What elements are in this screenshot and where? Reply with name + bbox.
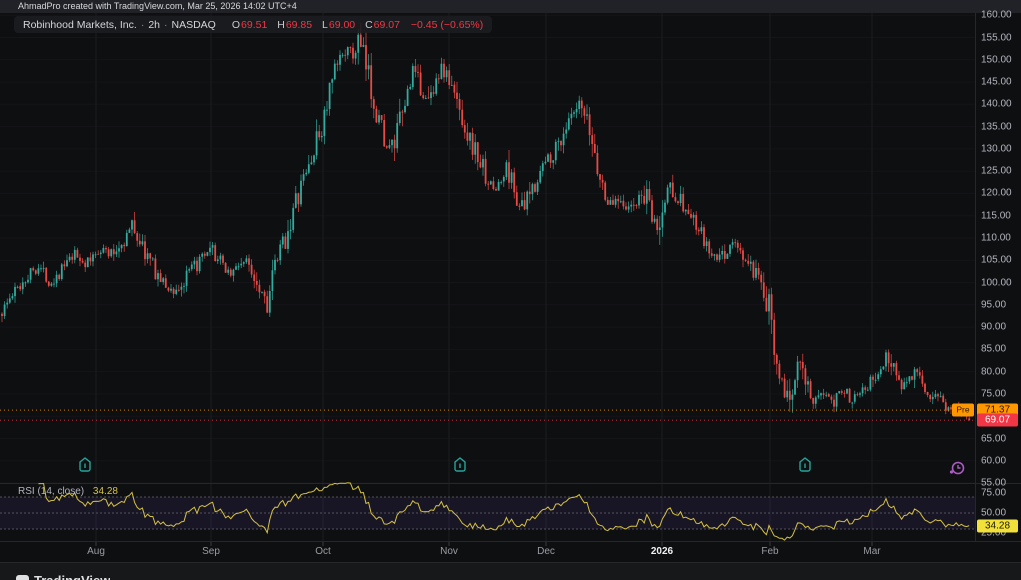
rsi-axis-label: 75.00 <box>981 488 1006 499</box>
up-candle-wicks <box>5 30 962 417</box>
price-axis-label: 115.00 <box>981 210 1011 221</box>
earnings-marker-icon[interactable] <box>455 458 465 471</box>
symbol-legend[interactable]: Robinhood Markets, Inc. · 2h · NASDAQ O6… <box>14 16 492 33</box>
earnings-marker-icon[interactable] <box>80 458 90 471</box>
tradingview-logo-icon <box>16 575 29 580</box>
close-label: C <box>365 19 373 31</box>
last-price-badge: 69.07 <box>977 414 1018 427</box>
price-axis-label: 155.00 <box>981 32 1012 43</box>
low-label: L <box>322 19 328 31</box>
price-axis-label: 160.00 <box>981 10 1012 21</box>
rsi-value-badge: 34.28 <box>977 519 1018 532</box>
price-axis-label: 125.00 <box>981 166 1012 177</box>
tradingview-logo-text: TradingView <box>34 573 110 580</box>
rsi-legend[interactable]: RSI (14, close) 34.28 <box>18 486 118 497</box>
price-axis-label: 90.00 <box>981 322 1006 333</box>
up-candle-bodies <box>5 35 962 414</box>
time-axis-label: Sep <box>202 546 220 557</box>
close-value: 69.07 <box>374 19 400 31</box>
time-axis-label: Nov <box>440 546 458 557</box>
rsi-label: RSI (14, close) <box>18 486 84 497</box>
tradingview-chart-window: AhmadPro created with TradingView.com, M… <box>0 0 1021 580</box>
exchange-name: NASDAQ <box>172 19 216 31</box>
bottom-strip <box>0 562 1021 580</box>
high-label: H <box>277 19 285 31</box>
price-axis-label: 105.00 <box>981 255 1012 266</box>
price-axis-label: 60.00 <box>981 455 1006 466</box>
price-axis-label: 100.00 <box>981 277 1012 288</box>
time-axis-label: Oct <box>315 546 331 557</box>
open-label: O <box>232 19 240 31</box>
time-axis-label: 2026 <box>651 546 673 557</box>
price-axis-label: 140.00 <box>981 99 1012 110</box>
price-axis-label: 130.00 <box>981 143 1012 154</box>
rsi-value: 34.28 <box>93 486 118 497</box>
price-chart-canvas[interactable] <box>0 0 1021 580</box>
price-axis-label: 120.00 <box>981 188 1012 199</box>
price-axis-label: 85.00 <box>981 344 1006 355</box>
price-axis-label: 95.00 <box>981 299 1006 310</box>
open-value: 69.51 <box>241 19 267 31</box>
symbol-title: Robinhood Markets, Inc. <box>23 19 137 31</box>
price-axis-label: 75.00 <box>981 388 1006 399</box>
price-axis-label: 80.00 <box>981 366 1006 377</box>
legend-separator: · <box>141 19 145 31</box>
price-axis-label: 135.00 <box>981 121 1012 132</box>
time-axis-label: Mar <box>863 546 880 557</box>
price-axis-label: 145.00 <box>981 77 1012 88</box>
price-axis-label: 110.00 <box>981 233 1011 244</box>
change-value: −0.45 (−0.65%) <box>411 19 483 31</box>
time-axis-label: Feb <box>761 546 778 557</box>
high-value: 69.85 <box>286 19 312 31</box>
legend-separator: · <box>164 19 168 31</box>
rsi-axis-label: 50.00 <box>981 508 1006 519</box>
horizontal-gridlines <box>0 15 975 483</box>
premarket-tag-badge: Pre <box>952 404 974 417</box>
ohlc-readout: O69.51 H69.85 L69.00 C69.07 −0.45 (−0.65… <box>225 19 483 31</box>
price-axis-label: 65.00 <box>981 433 1006 444</box>
low-value: 69.00 <box>329 19 355 31</box>
earnings-marker-icon[interactable] <box>800 458 810 471</box>
chart-interval: 2h <box>148 19 160 31</box>
time-axis-label: Aug <box>87 546 105 557</box>
price-axis-label: 150.00 <box>981 54 1012 65</box>
time-axis-label: Dec <box>537 546 555 557</box>
upcoming-earnings-clock-icon[interactable] <box>950 463 964 474</box>
down-candle-bodies <box>2 35 969 421</box>
tradingview-logo[interactable]: TradingView <box>16 573 110 580</box>
